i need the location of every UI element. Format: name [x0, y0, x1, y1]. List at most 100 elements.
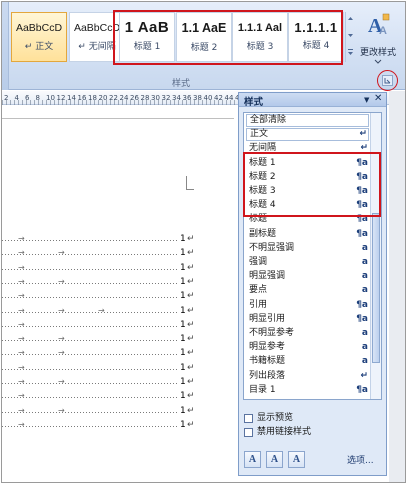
toc-line[interactable]: → → 1 ↵ — [2, 406, 238, 418]
style-list-item[interactable]: 书籍标题 a — [246, 355, 369, 368]
style-list-item[interactable]: 副标题 ¶a — [246, 228, 369, 241]
toc-line[interactable]: → → 1 ↵ — [2, 348, 238, 360]
tab-arrow-icon: → — [58, 348, 65, 358]
toc-line[interactable]: → → 1 ↵ — [2, 277, 238, 289]
tab-arrow-icon: → — [58, 248, 65, 258]
style-item-name: 全部清除 — [250, 115, 287, 125]
toc-line[interactable]: → 1 ↵ — [2, 391, 238, 403]
tab-arrow-icon: → — [18, 234, 25, 243]
style-list-item[interactable]: 明显强调 a — [246, 270, 369, 283]
style-list-item[interactable]: 强调 a — [246, 256, 369, 269]
styles-pane: 样式 ▼ ✕ 全部清除 正文 ↵ 无间隔 ↵ 标题 1 ¶a 标题 2 ¶a 标题 3 ¶a 标题 4… — [238, 92, 387, 476]
paragraph-mark-icon: ↵ — [187, 234, 195, 244]
change-styles-label: 更改样式 — [359, 48, 396, 58]
toc-line[interactable]: → 1 ↵ — [2, 320, 238, 332]
toc-line[interactable]: → 1 ↵ — [2, 291, 238, 303]
tab-leader-dots — [2, 297, 178, 299]
toc-line[interactable]: → → → 1 ↵ — [2, 306, 238, 318]
style-list-item[interactable]: 不明显强调 a — [246, 242, 369, 255]
tab-arrow-icon: → — [58, 334, 65, 344]
toc-page-number: 1 — [180, 248, 186, 259]
toc-page-number: 1 — [180, 291, 186, 302]
style-list-item[interactable]: 不明显参考 a — [246, 327, 369, 340]
tab-leader-dots — [2, 240, 178, 241]
toc-page-number: 1 — [180, 305, 186, 316]
style-type-icon: ↵ — [360, 370, 368, 381]
style-type-icon: ¶a — [356, 228, 368, 239]
options-link[interactable]: 选项... — [347, 453, 374, 466]
paragraph-mark-icon: ↵ — [187, 419, 195, 430]
page-top-edge — [2, 118, 234, 119]
highlight-launcher-circle — [377, 70, 398, 91]
toc-line[interactable]: → 1 ↵ — [2, 363, 238, 375]
style-item-name: 不明显强调 — [249, 242, 295, 253]
tab-leader-dots — [2, 311, 178, 313]
style-list-item[interactable]: 正文 ↵ — [246, 128, 369, 142]
toc-page-number: 1 — [180, 276, 186, 287]
tab-leader-dots — [2, 368, 178, 370]
style-type-icon: ¶a — [356, 384, 368, 395]
tab-leader-dots — [2, 397, 178, 399]
show-preview-checkbox[interactable]: 显示预览 — [244, 413, 384, 425]
toc-page-number: 1 — [180, 234, 186, 244]
pane-menu-chevron-icon[interactable]: ▼ — [364, 96, 369, 104]
style-list-item[interactable]: 全部清除 — [246, 114, 369, 127]
tab-arrow-icon: → — [18, 334, 25, 344]
style-list-item[interactable]: 列出段落 ↵ — [246, 370, 369, 383]
paragraph-mark-icon: ↵ — [187, 276, 195, 287]
style-item-name: 副标题 — [249, 228, 277, 239]
chevron-down-icon — [374, 59, 382, 64]
paragraph-mark-icon: ↵ — [187, 262, 195, 273]
change-styles-button[interactable]: A A 更改样式 — [357, 12, 399, 72]
style-type-icon: ¶a — [356, 299, 368, 310]
tab-leader-dots — [2, 254, 178, 256]
style-item-name: 书籍标题 — [249, 356, 286, 367]
tab-arrow-icon: → — [58, 276, 65, 286]
toc-page-number: 1 — [180, 362, 186, 373]
tab-arrow-icon: → — [18, 291, 25, 301]
manage-styles-button[interactable]: A — [288, 451, 305, 468]
style-list-item[interactable]: 明显引用 ¶a — [246, 313, 369, 326]
disable-linked-styles-label: 禁用链接样式 — [257, 427, 312, 437]
style-item-name: 列出段落 — [249, 370, 286, 381]
toc-line[interactable]: → 1 ↵ — [2, 263, 238, 275]
tab-leader-dots — [2, 282, 178, 284]
style-type-icon: ↵ — [359, 129, 367, 140]
checkbox-box[interactable] — [244, 414, 253, 423]
gallery-arrows-icon — [348, 17, 353, 55]
highlight-gallery-headings — [113, 10, 343, 65]
manage-styles-icon: A — [292, 454, 301, 465]
tab-leader-dots — [2, 325, 178, 327]
toc-page-number: 1 — [180, 405, 186, 416]
highlight-pane-headings — [243, 152, 381, 217]
toc-page-number: 1 — [180, 419, 186, 430]
toc-line[interactable]: → → 1 ↵ — [2, 377, 238, 389]
style-list-item[interactable]: 引用 ¶a — [246, 299, 369, 312]
disable-linked-styles-checkbox[interactable]: 禁用链接样式 — [244, 427, 384, 439]
scrollbar-thumb[interactable] — [372, 213, 380, 363]
style-tile-sample: AaBbCcD — [15, 22, 63, 34]
style-list-item[interactable]: 明显参考 a — [246, 341, 369, 354]
style-tile-label: ↵ 正文 — [24, 42, 54, 52]
tab-leader-dots — [2, 383, 178, 384]
new-style-button[interactable]: A — [244, 451, 261, 468]
style-inspector-button[interactable]: A — [266, 451, 283, 468]
gallery-scroll-arrows[interactable] — [345, 12, 354, 62]
new-style-icon: A — [248, 454, 257, 465]
close-icon[interactable]: ✕ — [374, 93, 382, 104]
paragraph-mark-icon: ↵ — [187, 377, 195, 387]
checkbox-box[interactable] — [244, 428, 253, 437]
toc-line[interactable]: → 1 ↵ — [2, 420, 238, 432]
style-list-item[interactable]: 要点 a — [246, 284, 369, 297]
style-item-name: 不明显参考 — [249, 328, 295, 338]
tab-arrow-icon: → — [18, 377, 25, 386]
toc-line[interactable]: → → 1 ↵ — [2, 334, 238, 346]
toc-line[interactable]: → → 1 ↵ — [2, 248, 238, 260]
toc-line[interactable]: → 1 ↵ — [2, 234, 238, 246]
styles-pane-header: 样式 ▼ ✕ — [239, 93, 386, 108]
style-tile-normal[interactable]: AaBbCcD ↵ 正文 — [11, 12, 67, 62]
style-item-name: 强调 — [249, 257, 268, 267]
tab-leader-dots — [2, 340, 178, 342]
style-list-item[interactable]: 目录 1 ¶a — [246, 384, 369, 397]
show-preview-label: 显示预览 — [257, 413, 294, 423]
